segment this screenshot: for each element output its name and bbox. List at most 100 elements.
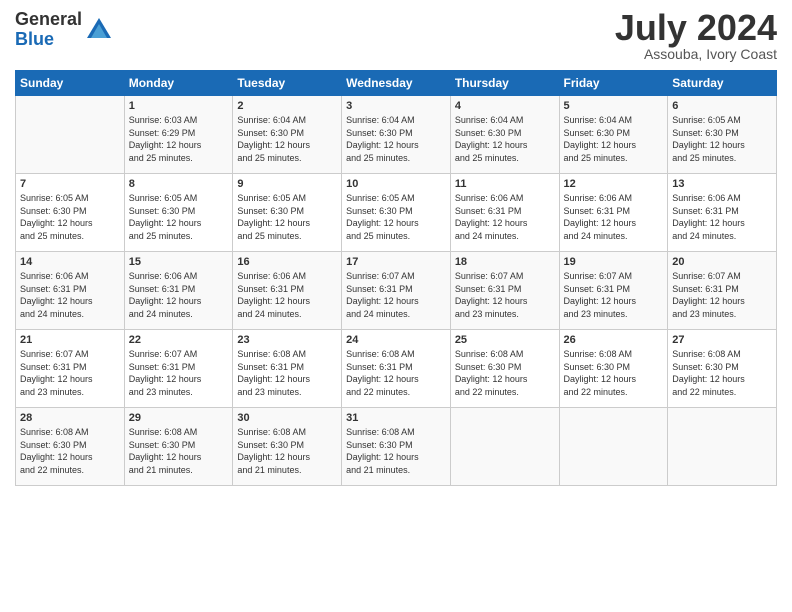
day-number: 18 (455, 256, 555, 268)
calendar-cell: 22Sunrise: 6:07 AM Sunset: 6:31 PM Dayli… (124, 330, 233, 408)
header-wednesday: Wednesday (342, 71, 451, 96)
logo-icon (85, 16, 113, 44)
day-number: 21 (20, 334, 120, 346)
logo-text: General Blue (15, 10, 82, 50)
header: General Blue July 2024 Assouba, Ivory Co… (15, 10, 777, 62)
day-number: 6 (672, 100, 772, 112)
calendar-cell (668, 408, 777, 486)
day-number: 1 (129, 100, 229, 112)
day-info: Sunrise: 6:07 AM Sunset: 6:31 PM Dayligh… (20, 348, 120, 398)
calendar-cell: 23 Sunrise: 6:08 AM Sunset: 6:31 PM Dayli… (233, 330, 342, 408)
header-friday: Friday (559, 71, 668, 96)
week-row-4: 28 Sunrise: 6:08 AM Sunset: 6:30 PM Dayli… (16, 408, 777, 486)
header-monday: Monday (124, 71, 233, 96)
day-info: Sunrise: 6:04 AM Sunset: 6:30 PM Dayligh… (564, 114, 664, 164)
day-number: 4 (455, 100, 555, 112)
day-number: 13 (672, 178, 772, 190)
calendar-cell: 31 Sunrise: 6:08 AM Sunset: 6:30 PM Dayli… (342, 408, 451, 486)
week-row-3: 21 Sunrise: 6:07 AM Sunset: 6:31 PM Dayli… (16, 330, 777, 408)
header-thursday: Thursday (450, 71, 559, 96)
calendar-cell: 7 Sunrise: 6:05 AM Sunset: 6:30 PM Daylig… (16, 174, 125, 252)
day-number: 26 (564, 334, 664, 346)
location: Assouba, Ivory Coast (615, 46, 777, 62)
calendar-cell: 29 Sunrise: 6:08 AM Sunset: 6:30 PM Dayli… (124, 408, 233, 486)
day-number: 7 (20, 178, 120, 190)
day-number: 17 (346, 256, 446, 268)
day-number: 12 (564, 178, 664, 190)
logo-general: General (15, 10, 82, 30)
calendar-cell: 28Sunrise: 6:08 AM Sunset: 6:30 PM Dayli… (16, 408, 125, 486)
month-title: July 2024 (615, 10, 777, 46)
day-number: 19 (564, 256, 664, 268)
day-info: Sunrise: 6:06 AM Sunset: 6:31 PM Dayligh… (564, 192, 664, 242)
day-info: Sunrise: 6:05 AM Sunset: 6:30 PM Dayligh… (20, 192, 120, 242)
day-info: Sunrise: 6:07 AM Sunset: 6:31 PM Dayligh… (129, 348, 229, 398)
day-info: Sunrise: 6:08 AM Sunset: 6:31 PM Dayligh… (346, 348, 446, 398)
day-number: 16 (237, 256, 337, 268)
calendar-cell: 3Sunrise: 6:04 AM Sunset: 6:30 PM Daylig… (342, 96, 451, 174)
calendar-cell: 20Sunrise: 6:07 AM Sunset: 6:31 PM Dayli… (668, 252, 777, 330)
day-info: Sunrise: 6:04 AM Sunset: 6:30 PM Dayligh… (237, 114, 337, 164)
calendar-cell (450, 408, 559, 486)
calendar-body: 1 Sunrise: 6:03 AM Sunset: 6:29 PM Daylig… (16, 96, 777, 486)
header-row: Sunday Monday Tuesday Wednesday Thursday… (16, 71, 777, 96)
day-info: Sunrise: 6:03 AM Sunset: 6:29 PM Dayligh… (129, 114, 229, 164)
day-number: 23 (237, 334, 337, 346)
calendar-cell: 14Sunrise: 6:06 AM Sunset: 6:31 PM Dayli… (16, 252, 125, 330)
day-number: 14 (20, 256, 120, 268)
calendar-cell: 10Sunrise: 6:05 AM Sunset: 6:30 PM Dayli… (342, 174, 451, 252)
day-info: Sunrise: 6:07 AM Sunset: 6:31 PM Dayligh… (346, 270, 446, 320)
calendar-cell: 19Sunrise: 6:07 AM Sunset: 6:31 PM Dayli… (559, 252, 668, 330)
day-number: 25 (455, 334, 555, 346)
week-row-0: 1 Sunrise: 6:03 AM Sunset: 6:29 PM Daylig… (16, 96, 777, 174)
day-number: 31 (346, 412, 446, 424)
calendar-cell: 13 Sunrise: 6:06 AM Sunset: 6:31 PM Dayli… (668, 174, 777, 252)
day-number: 2 (237, 100, 337, 112)
calendar-cell: 1 Sunrise: 6:03 AM Sunset: 6:29 PM Daylig… (124, 96, 233, 174)
week-row-2: 14 Sunrise: 6:06 AM Sunset: 6:31 PM Dayli… (16, 252, 777, 330)
calendar-cell: 18Sunrise: 6:07 AM Sunset: 6:31 PM Dayli… (450, 252, 559, 330)
title-section: July 2024 Assouba, Ivory Coast (615, 10, 777, 62)
logo: General Blue (15, 10, 113, 50)
day-info: Sunrise: 6:07 AM Sunset: 6:31 PM Dayligh… (672, 270, 772, 320)
day-info: Sunrise: 6:08 AM Sunset: 6:30 PM Dayligh… (455, 348, 555, 398)
day-number: 9 (237, 178, 337, 190)
day-info: Sunrise: 6:08 AM Sunset: 6:31 PM Dayligh… (237, 348, 337, 398)
calendar-cell: 8Sunrise: 6:05 AM Sunset: 6:30 PM Daylig… (124, 174, 233, 252)
day-number: 11 (455, 178, 555, 190)
calendar-cell: 9 Sunrise: 6:05 AM Sunset: 6:30 PM Daylig… (233, 174, 342, 252)
calendar-cell: 2 Sunrise: 6:04 AM Sunset: 6:30 PM Daylig… (233, 96, 342, 174)
day-info: Sunrise: 6:08 AM Sunset: 6:30 PM Dayligh… (237, 426, 337, 476)
calendar-table: Sunday Monday Tuesday Wednesday Thursday… (15, 70, 777, 486)
calendar-cell: 24 Sunrise: 6:08 AM Sunset: 6:31 PM Dayli… (342, 330, 451, 408)
day-number: 3 (346, 100, 446, 112)
calendar-cell: 16Sunrise: 6:06 AM Sunset: 6:31 PM Dayli… (233, 252, 342, 330)
day-info: Sunrise: 6:05 AM Sunset: 6:30 PM Dayligh… (672, 114, 772, 164)
day-info: Sunrise: 6:08 AM Sunset: 6:30 PM Dayligh… (129, 426, 229, 476)
day-info: Sunrise: 6:04 AM Sunset: 6:30 PM Dayligh… (455, 114, 555, 164)
day-number: 24 (346, 334, 446, 346)
calendar-cell (559, 408, 668, 486)
calendar-header: Sunday Monday Tuesday Wednesday Thursday… (16, 71, 777, 96)
day-number: 28 (20, 412, 120, 424)
day-number: 27 (672, 334, 772, 346)
day-info: Sunrise: 6:08 AM Sunset: 6:30 PM Dayligh… (672, 348, 772, 398)
calendar-cell: 26 Sunrise: 6:08 AM Sunset: 6:30 PM Dayli… (559, 330, 668, 408)
calendar-cell: 30 Sunrise: 6:08 AM Sunset: 6:30 PM Dayli… (233, 408, 342, 486)
calendar-cell: 6 Sunrise: 6:05 AM Sunset: 6:30 PM Daylig… (668, 96, 777, 174)
day-number: 5 (564, 100, 664, 112)
header-sunday: Sunday (16, 71, 125, 96)
logo-blue: Blue (15, 30, 82, 50)
calendar-cell: 4 Sunrise: 6:04 AM Sunset: 6:30 PM Daylig… (450, 96, 559, 174)
day-info: Sunrise: 6:08 AM Sunset: 6:30 PM Dayligh… (564, 348, 664, 398)
day-number: 30 (237, 412, 337, 424)
day-info: Sunrise: 6:05 AM Sunset: 6:30 PM Dayligh… (237, 192, 337, 242)
day-info: Sunrise: 6:06 AM Sunset: 6:31 PM Dayligh… (672, 192, 772, 242)
day-number: 29 (129, 412, 229, 424)
day-number: 10 (346, 178, 446, 190)
calendar-cell: 11 Sunrise: 6:06 AM Sunset: 6:31 PM Dayli… (450, 174, 559, 252)
day-info: Sunrise: 6:08 AM Sunset: 6:30 PM Dayligh… (346, 426, 446, 476)
day-info: Sunrise: 6:06 AM Sunset: 6:31 PM Dayligh… (455, 192, 555, 242)
day-info: Sunrise: 6:06 AM Sunset: 6:31 PM Dayligh… (129, 270, 229, 320)
header-tuesday: Tuesday (233, 71, 342, 96)
